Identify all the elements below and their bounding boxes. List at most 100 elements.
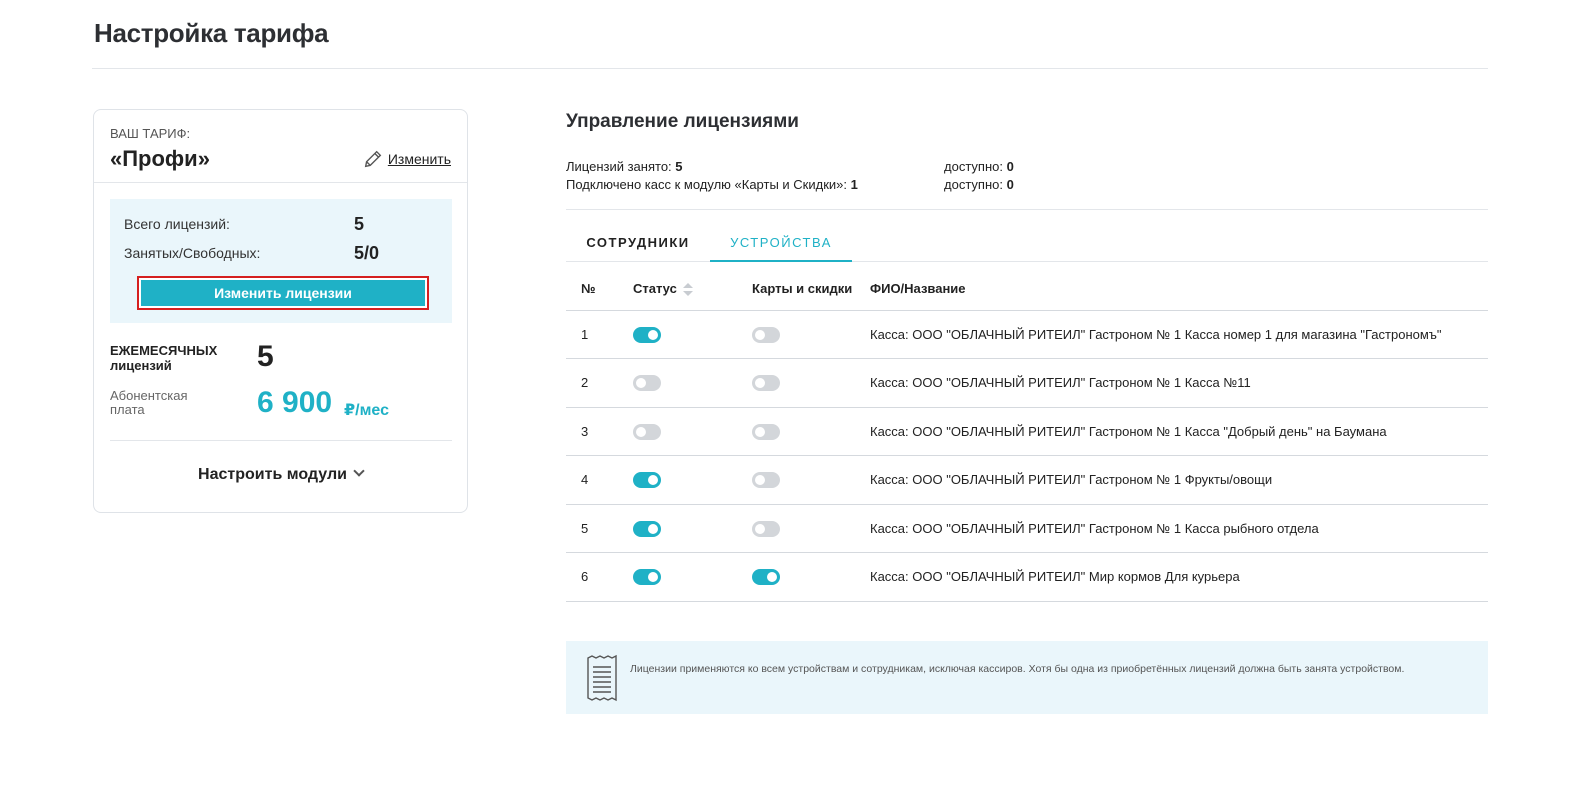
monthly-licenses-value: 5 [257,340,274,373]
cards-discounts-toggle[interactable] [752,423,780,440]
title-divider [92,68,1488,69]
info-text: Лицензии применяются ко всем устройствам… [630,663,1405,675]
connected-registers: Подключено касс к модулю «Карты и Скидки… [566,177,858,192]
row-num: 2 [566,358,633,408]
table-row: 2 Касса: ООО "ОБЛАЧНЫЙ РИТЕИЛ" Гастроном … [566,358,1488,408]
busy-free-label: Занятых/Свободных: [124,245,261,261]
cards-discounts-toggle[interactable] [752,472,780,489]
status-cell [633,358,752,408]
status-toggle[interactable] [633,326,661,343]
toggle-knob [755,475,765,486]
table-row: 6 Касса: ООО "ОБЛАЧНЫЙ РИТЕИЛ" Мир кормов… [566,552,1488,602]
row-num: 1 [566,310,633,359]
cards-discounts-toggle[interactable] [752,569,780,586]
sort-icon[interactable] [682,282,693,297]
cards-cell [752,310,870,359]
toggle-knob [648,475,658,486]
chevron-down-icon [353,465,365,477]
pencil-icon [364,150,382,168]
connected-available: доступно: 0 [944,177,1014,192]
card-divider-bottom [110,440,452,441]
toggle-knob [755,329,765,340]
status-toggle[interactable] [633,569,661,586]
status-toggle[interactable] [633,472,661,489]
row-num: 6 [566,552,633,602]
cards-cell [752,455,870,505]
status-cell [633,504,752,553]
device-name: Касса: ООО "ОБЛАЧНЫЙ РИТЕИЛ" Гастроном №… [870,504,1488,553]
total-licenses-label: Всего лицензий: [124,216,230,232]
table-row: 5 Касса: ООО "ОБЛАЧНЫЙ РИТЕИЛ" Гастроном … [566,504,1488,553]
fee-label: Абонентская плата [110,388,188,417]
status-cell [633,552,752,602]
cards-discounts-toggle[interactable] [752,326,780,343]
status-toggle[interactable] [633,375,661,392]
cards-cell [752,407,870,456]
status-cell [633,455,752,505]
device-name: Касса: ООО "ОБЛАЧНЫЙ РИТЕИЛ" Мир кормов … [870,552,1488,602]
licenses-occupied-value: 5 [675,159,683,174]
cards-cell [752,504,870,553]
configure-modules-label: Настроить модули [198,466,347,483]
licenses-available-value: 0 [1006,159,1014,174]
fee-unit: ₽/мес [344,402,389,419]
page-title: Настройка тарифа [94,18,329,48]
row-num: 5 [566,504,633,553]
monthly-label-line2: лицензий [110,358,172,373]
header-num: № [566,268,633,311]
monthly-label-line1: ЕЖЕМЕСЯЧНЫХ [110,343,218,358]
connected-available-value: 0 [1006,177,1014,192]
toggle-knob [636,426,646,437]
tariff-caption: ВАШ ТАРИФ: [110,126,191,141]
toggle-knob [648,329,658,340]
cards-cell [752,358,870,408]
licenses-available: доступно: 0 [944,159,1014,174]
licenses-occupied: Лицензий занято: 5 [566,159,683,174]
tariff-card: ВАШ ТАРИФ: «Профи» Изменить Всего лиценз… [93,109,468,513]
device-name: Касса: ООО "ОБЛАЧНЫЙ РИТЕИЛ" Гастроном №… [870,358,1488,408]
card-divider [94,182,467,183]
toggle-knob [755,523,765,534]
connected-registers-label: Подключено касс к модулю «Карты и Скидки… [566,177,847,192]
total-licenses-value: 5 [354,214,365,234]
status-toggle[interactable] [633,520,661,537]
row-num: 4 [566,455,633,505]
info-box: Лицензии применяются ко всем устройствам… [566,641,1488,714]
device-name: Касса: ООО "ОБЛАЧНЫЙ РИТЕИЛ" Гастроном №… [870,310,1488,359]
busy-free-value: 5/0 [354,243,380,263]
table-header-row: № Статус Карты и скидки ФИО/Название [566,268,1488,311]
tab-devices[interactable]: УСТРОЙСТВА [710,226,852,262]
toggle-knob [636,378,646,389]
license-summary-box: Всего лицензий: 5 Занятых/Свободных: 5/0… [110,199,452,323]
fee-value: 6 900 [257,386,333,419]
status-toggle[interactable] [633,423,661,440]
cards-discounts-toggle[interactable] [752,520,780,537]
configure-modules-toggle[interactable]: Настроить модули [94,465,467,484]
header-status[interactable]: Статус [633,268,752,311]
change-licenses-button[interactable]: Изменить лицензии [137,276,429,310]
status-cell [633,407,752,456]
change-tariff-link[interactable]: Изменить [362,148,451,170]
toggle-knob [755,426,765,437]
change-licenses-label: Изменить лицензии [141,280,425,306]
devices-table: № Статус Карты и скидки ФИО/Название 1 Ка… [566,268,1488,602]
device-name: Касса: ООО "ОБЛАЧНЫЙ РИТЕИЛ" Гастроном №… [870,407,1488,456]
row-num: 3 [566,407,633,456]
cards-discounts-toggle[interactable] [752,375,780,392]
header-cards: Карты и скидки [752,268,870,311]
licenses-available-label: доступно: [944,159,1003,174]
device-name: Касса: ООО "ОБЛАЧНЫЙ РИТЕИЛ" Гастроном №… [870,455,1488,505]
licenses-occupied-label: Лицензий занято: [566,159,672,174]
table-row: 4 Касса: ООО "ОБЛАЧНЫЙ РИТЕИЛ" Гастроном … [566,455,1488,505]
cards-cell [752,552,870,602]
connected-registers-value: 1 [850,177,858,192]
header-name: ФИО/Название [870,268,1488,311]
monthly-licenses-label: ЕЖЕМЕСЯЧНЫХ лицензий [110,343,240,373]
change-tariff-label: Изменить [387,151,451,167]
toggle-knob [755,378,765,389]
tab-employees[interactable]: СОТРУДНИКИ [566,226,710,262]
receipt-icon [587,654,617,702]
stats-divider [566,209,1488,210]
header-status-label: Статус [633,280,677,296]
status-cell [633,310,752,359]
